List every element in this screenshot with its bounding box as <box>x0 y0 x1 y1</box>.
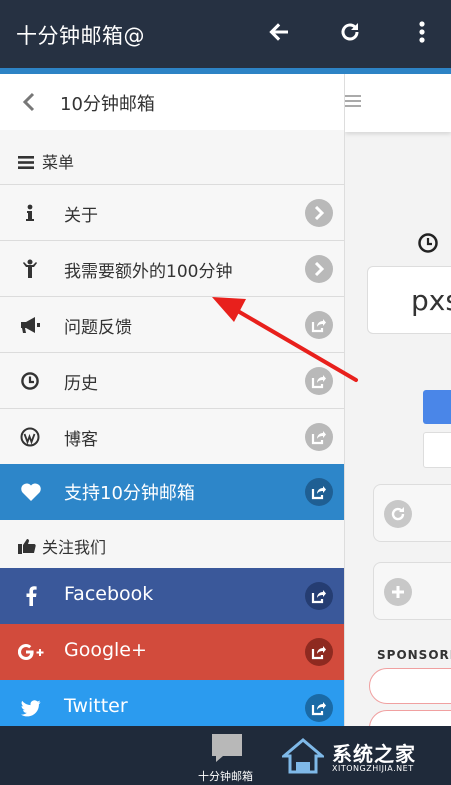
menu-item-blog[interactable]: 博客 <box>0 408 344 464</box>
sponsor-pill[interactable] <box>369 710 451 726</box>
chat-bubble-icon[interactable] <box>209 731 245 769</box>
thumbs-up-icon <box>18 538 36 558</box>
social-label: Facebook <box>64 583 154 605</box>
google-plus-icon <box>18 640 44 664</box>
follow-section-label: 关注我们 <box>42 538 107 557</box>
menu-item-history[interactable]: 历史 <box>0 352 344 408</box>
menu-section-label: 菜单 <box>42 153 75 172</box>
sponsor-label: SPONSORE <box>377 648 451 662</box>
refresh-circle-icon <box>384 500 412 528</box>
follow-section-header: 关注我们 <box>0 520 344 568</box>
person-icon <box>18 258 42 280</box>
menu-section-header: 菜单 <box>0 130 344 184</box>
external-link-icon[interactable] <box>305 311 333 339</box>
secondary-button[interactable] <box>423 432 451 468</box>
social-item-googleplus[interactable]: Google+ <box>0 624 344 680</box>
watermark: 系统之家 XITONGZHIJIA.NET <box>279 732 447 780</box>
drawer-title: 10分钟邮箱 <box>60 94 155 115</box>
watermark-url: XITONGZHIJIA.NET <box>332 764 414 773</box>
external-link-icon[interactable] <box>305 423 333 451</box>
menu-item-feedback[interactable]: 问题反馈 <box>0 296 344 352</box>
chevron-right-icon[interactable] <box>305 255 333 283</box>
chevron-right-icon[interactable] <box>305 199 333 227</box>
drawer-header: 10分钟邮箱 <box>0 74 344 130</box>
menu-item-about[interactable]: 关于 <box>0 184 344 240</box>
menu-item-label: 问题反馈 <box>64 318 132 338</box>
social-item-facebook[interactable]: Facebook <box>0 568 344 624</box>
info-icon <box>18 202 42 224</box>
plus-circle-icon <box>384 578 412 606</box>
wordpress-icon <box>18 426 42 448</box>
external-link-icon[interactable] <box>305 367 333 395</box>
support-label: 支持10分钟邮箱 <box>64 483 195 504</box>
copy-button[interactable] <box>423 390 451 424</box>
social-label: Google+ <box>64 639 147 661</box>
chevron-left-icon[interactable] <box>22 92 36 116</box>
hamburger-icon[interactable] <box>345 92 361 108</box>
more-vert-icon[interactable] <box>408 18 436 46</box>
social-label: Twitter <box>64 695 128 717</box>
navigation-drawer: 10分钟邮箱 菜单 关于 我需要额外的100分钟 问题反馈 历史 博客 支持10… <box>0 74 345 726</box>
app-bar: 十分钟邮箱@ <box>0 0 451 68</box>
external-link-icon[interactable] <box>305 638 333 666</box>
menu-item-label: 博客 <box>64 430 98 450</box>
social-item-twitter[interactable]: Twitter <box>0 680 344 726</box>
external-link-icon[interactable] <box>305 478 333 506</box>
watermark-text: 系统之家 <box>332 742 416 766</box>
sponsor-pill[interactable] <box>369 668 451 704</box>
email-address-text: pxs <box>411 284 451 317</box>
bars-icon <box>18 154 34 173</box>
menu-item-extra-time[interactable]: 我需要额外的100分钟 <box>0 240 344 296</box>
facebook-icon <box>18 584 44 608</box>
house-logo-icon <box>279 738 327 780</box>
external-link-icon[interactable] <box>305 694 333 722</box>
add-time-box[interactable] <box>373 562 451 620</box>
refresh-box[interactable] <box>373 484 451 542</box>
page-header-card <box>345 74 451 132</box>
twitter-icon <box>18 696 44 720</box>
menu-item-label: 历史 <box>64 374 98 394</box>
refresh-icon[interactable] <box>336 18 364 46</box>
menu-item-label: 我需要额外的100分钟 <box>64 262 233 282</box>
background-page: pxs SPONSORE <box>345 74 451 726</box>
menu-item-label: 关于 <box>64 206 98 226</box>
app-title: 十分钟邮箱@ <box>16 24 145 48</box>
heart-icon <box>18 480 44 504</box>
clock-icon <box>18 370 42 392</box>
back-arrow-icon[interactable] <box>265 18 293 46</box>
megaphone-icon <box>18 314 42 336</box>
external-link-icon[interactable] <box>305 582 333 610</box>
clock-icon <box>417 232 439 258</box>
support-item[interactable]: 支持10分钟邮箱 <box>0 464 344 520</box>
